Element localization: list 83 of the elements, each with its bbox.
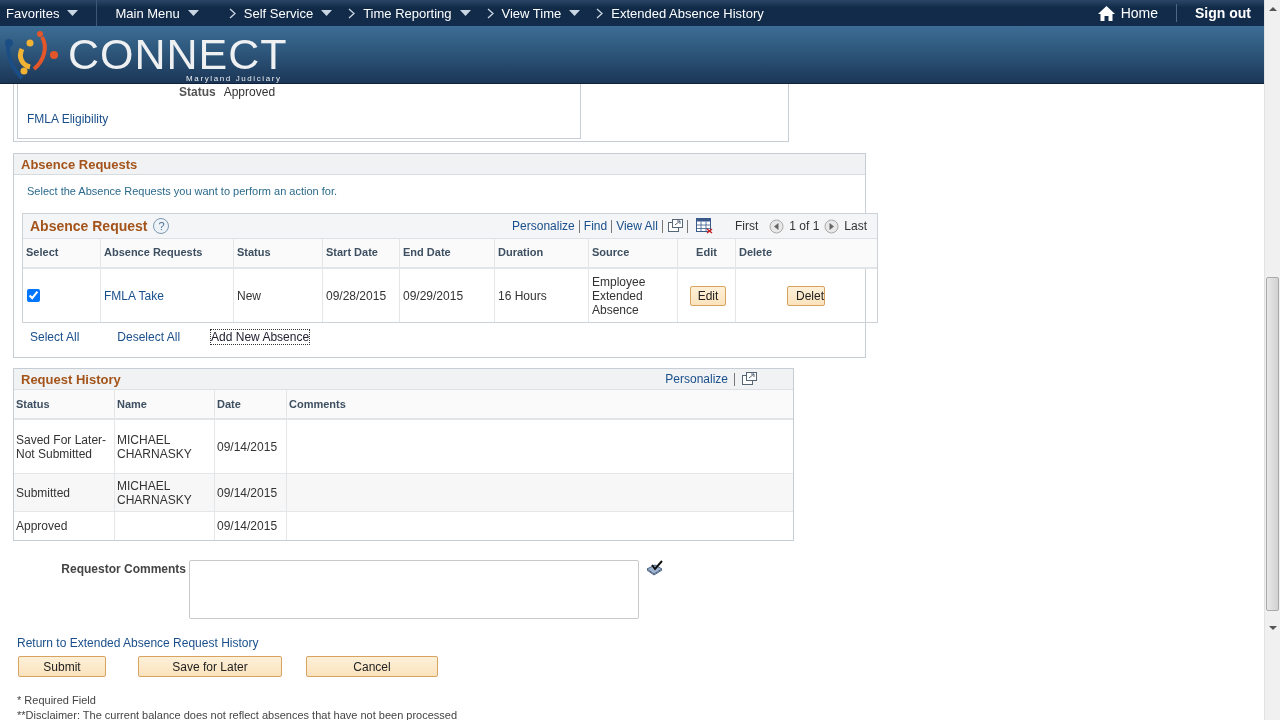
column-header: Source [589, 239, 678, 269]
dropdown-caret-icon[interactable] [67, 9, 79, 17]
required-note: * Required Field [17, 694, 97, 706]
field-label: Requestor Comments [60, 561, 186, 578]
edit-button[interactable]: Edit [689, 285, 727, 306]
sign-out-link[interactable]: Sign out [1177, 5, 1264, 21]
grid-tool-link[interactable]: Personalize [512, 219, 575, 233]
comments-field[interactable] [189, 560, 639, 619]
nav-menu-item[interactable]: Extended Absence History [611, 5, 764, 21]
table-cell: 09/14/2015 [217, 485, 278, 500]
page-count: 1 of 1 [789, 219, 820, 233]
action-link[interactable]: Deselect All [117, 330, 181, 344]
column-header: Absence Requests [101, 239, 234, 269]
table-cell-text: Submitted [16, 485, 72, 500]
table-cell-text: MICHAEL CHARNASKY [117, 478, 193, 507]
dropdown-caret-icon[interactable] [459, 9, 471, 17]
column-header: Select [23, 239, 101, 269]
new-window-icon[interactable] [741, 372, 757, 386]
column-header: Start Date [323, 239, 400, 269]
home-link[interactable]: Home [1120, 5, 1158, 21]
table-cell-text: MICHAEL CHARNASKY [117, 432, 193, 461]
nav-menu-item[interactable]: View Time [501, 5, 562, 21]
table-cell: 09/14/2015 [217, 439, 278, 454]
spell-check-icon[interactable] [646, 560, 664, 576]
action-button[interactable]: Save for Later [138, 656, 282, 677]
select-checkbox[interactable] [27, 289, 40, 302]
dropdown-caret-icon[interactable] [321, 9, 333, 17]
scrollbar-thumb[interactable] [1266, 277, 1279, 611]
column-header: Delete [736, 239, 877, 269]
table-cell: 09/28/2015 [326, 288, 387, 303]
action-button[interactable]: Cancel [306, 656, 438, 677]
dropdown-caret-icon[interactable] [187, 9, 199, 17]
nav-menu-item[interactable]: Time Reporting [363, 5, 452, 21]
request-link[interactable]: FMLA Take [104, 288, 164, 303]
home-icon[interactable] [1097, 5, 1115, 21]
column-header: Date [215, 390, 287, 420]
nav-menu-item[interactable]: Favorites [6, 5, 60, 21]
action-button[interactable]: Submit [18, 656, 106, 677]
chevron-icon [486, 7, 494, 19]
grid-title: Absence Request [30, 218, 148, 234]
action-link[interactable]: Add New Absence [211, 330, 310, 344]
instruction-text: Select the Absence Requests you want to perform an action for. [26, 184, 338, 199]
column-header: Status [234, 239, 323, 269]
table-cell-text: Employee Extended Absence [592, 274, 647, 317]
personalize-link[interactable]: Personalize [665, 372, 728, 386]
dropdown-caret-icon[interactable] [569, 9, 581, 17]
next-icon[interactable] [824, 218, 840, 234]
scroll-up-icon[interactable] [1268, 6, 1277, 12]
column-header: Comments [287, 390, 793, 420]
section-header: Request History [21, 371, 122, 387]
spreadsheet-icon[interactable] [695, 218, 713, 234]
nav-menu-item[interactable]: Self Service [243, 5, 314, 21]
chevron-icon [596, 7, 604, 19]
column-header: Duration [495, 239, 589, 269]
section-header: Absence Requests [14, 154, 865, 175]
chevron-icon [348, 7, 356, 19]
table-cell: 16 Hours [498, 288, 547, 303]
table-cell: 09/29/2015 [403, 288, 464, 303]
table-cell: 09/14/2015 [217, 519, 278, 533]
first-label: First [734, 219, 759, 233]
delete-button[interactable]: Delet [787, 285, 825, 306]
action-link[interactable]: Select All [30, 330, 80, 344]
column-header: End Date [400, 239, 495, 269]
table-cell: New [237, 288, 261, 303]
grid-tool-link[interactable]: Find [583, 219, 608, 233]
last-label: Last [844, 219, 867, 233]
new-window-icon[interactable] [666, 219, 683, 233]
nav-menu-item[interactable]: Main Menu [115, 5, 180, 21]
column-header: Status [14, 390, 115, 420]
brand-subtitle: Maryland Judiciary [186, 74, 282, 83]
table-cell-text: Approved [16, 519, 69, 533]
column-header: Name [115, 390, 215, 420]
grid-tool-link[interactable]: View All [616, 219, 658, 233]
column-header: Edit [678, 239, 736, 269]
return-link[interactable]: Return to Extended Absence Request History [17, 636, 259, 650]
fmla-eligibility-link[interactable]: FMLA Eligibility [27, 112, 109, 126]
status-value: Approved [223, 85, 276, 99]
previous-icon[interactable] [769, 218, 785, 234]
scroll-down-icon[interactable] [1268, 625, 1277, 631]
status-label: Status [179, 85, 216, 99]
chevron-icon [228, 7, 236, 19]
help-icon[interactable]: ? [153, 218, 170, 234]
table-cell: Saved For Later-Not Submitted [16, 432, 108, 461]
